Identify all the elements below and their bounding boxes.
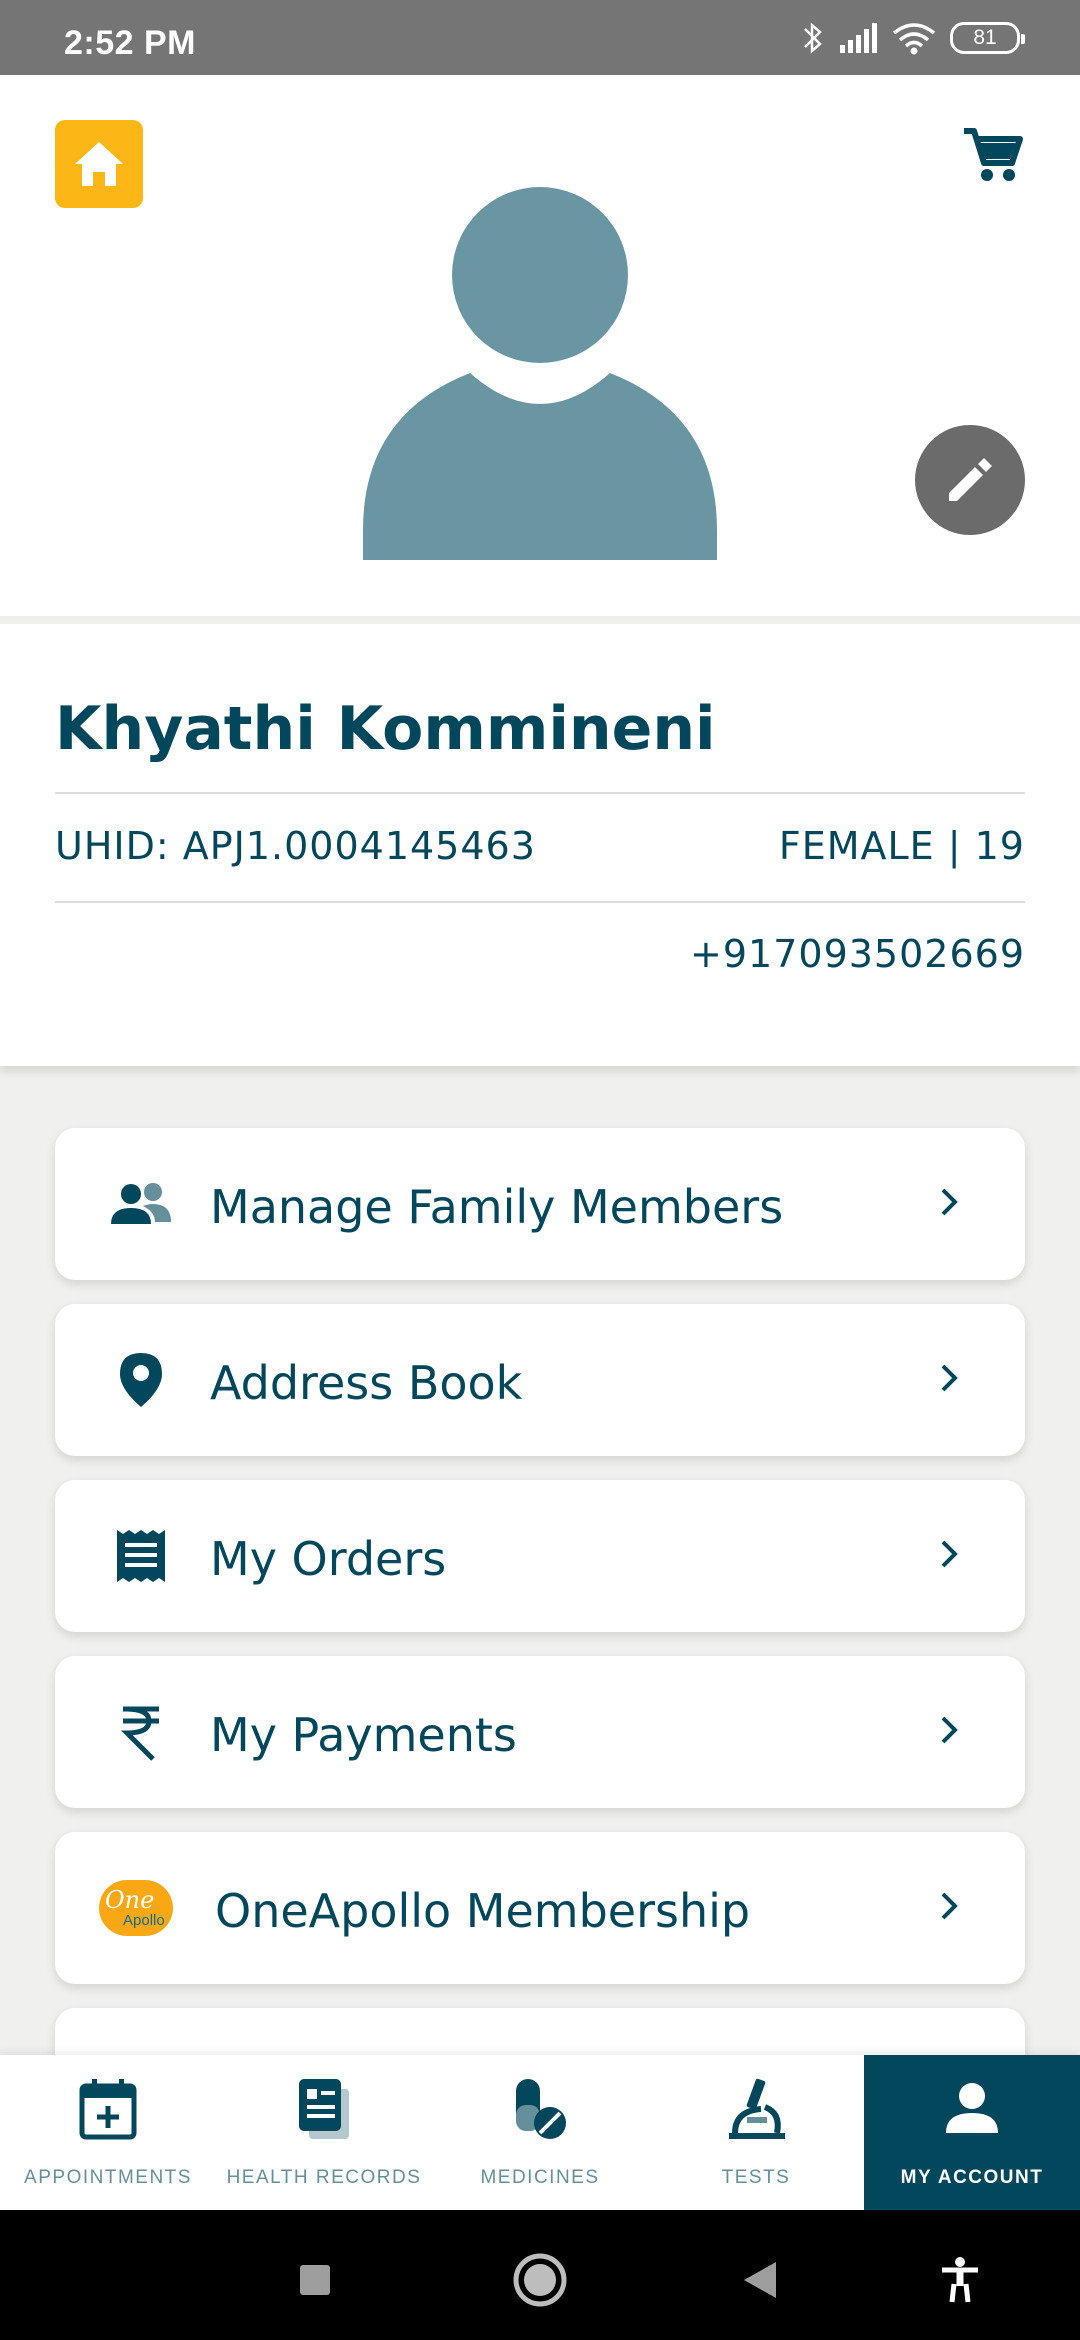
menu-item-label: Manage Family Members [210,1180,784,1234]
square-icon [300,2265,330,2295]
tab-label: TESTS [721,2167,791,2188]
oneapollo-logo-one: One [105,1886,155,1914]
cart-button[interactable] [958,120,1028,190]
uhid-text: UHID: APJ1.0004145463 [55,824,536,868]
oneapollo-logo-apollo: Apollo [123,1912,165,1929]
system-nav-bar [0,2210,1080,2340]
menu-item-label: OneApollo Membership [215,1884,751,1938]
receipt-icon [100,1516,182,1596]
records-icon [289,2073,359,2145]
tab-my-account[interactable]: MY ACCOUNT [864,2055,1080,2210]
location-pin-icon [100,1340,182,1420]
edit-profile-button[interactable] [915,425,1025,535]
chevron-right-icon [930,1534,970,1574]
home-icon [75,142,123,186]
accessibility-button[interactable] [930,2250,990,2310]
menu-item-oneapollo-membership[interactable]: One Apollo OneApollo Membership [55,1832,1025,1984]
divider [55,901,1025,903]
tab-label: HEALTH RECORDS [226,2167,422,2188]
microscope-icon [721,2073,791,2145]
tab-tests[interactable]: TESTS [648,2055,864,2210]
avatar [363,187,717,560]
family-icon [100,1164,182,1244]
bottom-nav: APPOINTMENTS HEALTH RECORDS MEDICINES TE… [0,2055,1080,2210]
status-icons: 81 [802,16,1025,60]
home-system-button[interactable] [510,2250,570,2310]
pill-icon [505,2073,575,2145]
calendar-plus-icon [73,2073,143,2145]
tab-label: MY ACCOUNT [900,2167,1044,2188]
tab-appointments[interactable]: APPOINTMENTS [0,2055,216,2210]
chevron-right-icon [930,1886,970,1926]
status-time: 2:52 PM [64,24,196,62]
wifi-icon [892,23,936,55]
profile-header [0,75,1080,620]
cart-icon [964,128,1023,181]
phone-number: +917093502669 [690,932,1025,976]
chevron-right-icon [930,1182,970,1222]
menu-item-label: My Payments [210,1708,517,1762]
user-name: Khyathi Kommineni [55,694,716,764]
divider [55,792,1025,794]
profile-info-card: Khyathi Kommineni UHID: APJ1.0004145463 … [0,624,1080,1066]
oneapollo-logo: One Apollo [95,1868,177,1948]
menu-item-manage-family-members[interactable]: Manage Family Members [55,1128,1025,1280]
tab-health-records[interactable]: HEALTH RECORDS [216,2055,432,2210]
battery-level: 81 [973,26,997,49]
chevron-right-icon [930,1710,970,1750]
circle-icon [513,2253,567,2307]
menu-item-my-payments[interactable]: My Payments [55,1656,1025,1808]
tab-medicines[interactable]: MEDICINES [432,2055,648,2210]
signal-icon [840,23,877,53]
menu-item-my-orders[interactable]: My Orders [55,1480,1025,1632]
pencil-icon [949,458,992,501]
rupee-icon [100,1692,182,1772]
menu-item-label: My Orders [210,1532,447,1586]
tab-label: APPOINTMENTS [24,2167,192,2188]
back-triangle-icon [744,2262,776,2298]
battery-indicator: 81 [950,22,1025,54]
tab-label: MEDICINES [480,2167,600,2188]
gender-age-text: FEMALE | 19 [778,824,1025,868]
recents-button[interactable] [285,2250,345,2310]
accessibility-icon [942,2257,978,2303]
chevron-right-icon [930,1358,970,1398]
person-icon [937,2073,1007,2145]
home-button[interactable] [55,120,143,208]
status-bar: 2:52 PM 81 [0,0,1080,75]
menu-item-address-book[interactable]: Address Book [55,1304,1025,1456]
bluetooth-icon [804,22,822,54]
menu-item-label: Address Book [210,1356,523,1410]
back-button[interactable] [730,2250,790,2310]
